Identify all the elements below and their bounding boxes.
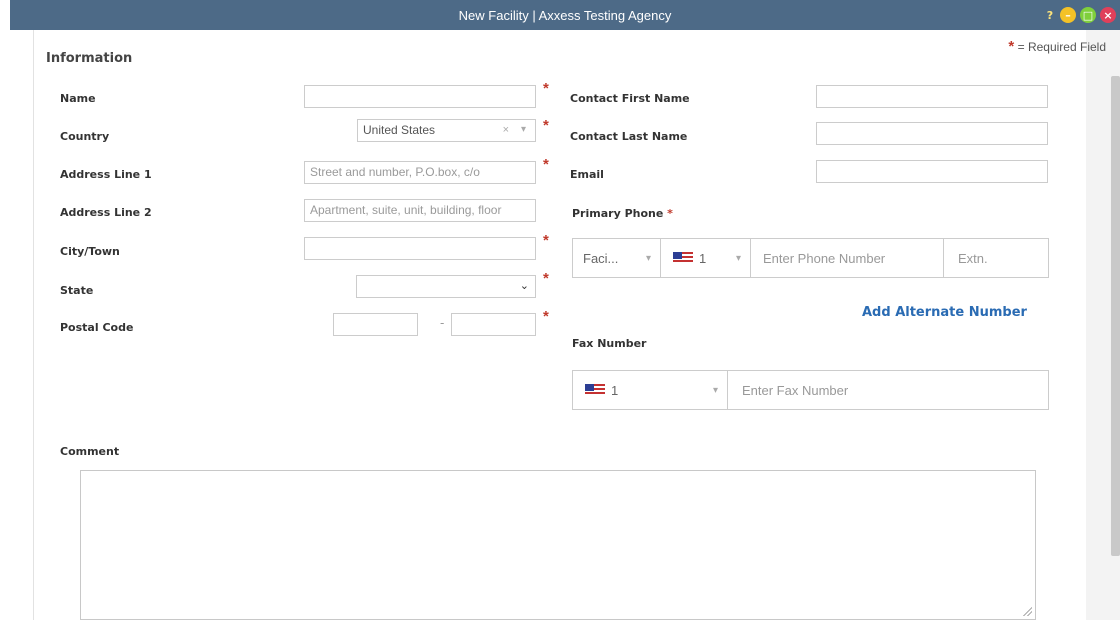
fax-country-code: 1	[611, 382, 619, 398]
postal-code-extension-input[interactable]	[451, 313, 536, 336]
primary-phone-label-text: Primary Phone	[572, 207, 664, 220]
fax-number-group: 1 ▾ Enter Fax Number	[572, 370, 1049, 410]
phone-country-code: 1	[699, 250, 707, 266]
window-titlebar: New Facility | Axxess Testing Agency ? –…	[10, 0, 1120, 30]
state-label: State	[60, 284, 94, 297]
address-line-2-label: Address Line 2	[60, 206, 152, 219]
postal-code-label: Postal Code	[60, 321, 134, 334]
phone-type-select[interactable]: Faci... ▾	[573, 239, 661, 277]
phone-country-code-select[interactable]: 1 ▾	[661, 239, 751, 277]
chevron-down-icon: ▾	[520, 124, 526, 135]
required-star-icon: *	[543, 117, 549, 134]
contact-last-name-label: Contact Last Name	[570, 130, 688, 143]
fax-country-code-select[interactable]: 1 ▾	[573, 371, 728, 409]
window-title: New Facility | Axxess Testing Agency	[458, 8, 672, 23]
contact-last-name-input[interactable]	[816, 122, 1048, 145]
phone-type-value: Faci...	[583, 250, 619, 266]
chevron-down-icon: ▾	[645, 252, 651, 264]
primary-phone-label: Primary Phone *	[572, 207, 673, 220]
required-star-icon: *	[667, 207, 673, 220]
primary-phone-group: Faci... ▾ 1 ▾ Enter Phone Number Extn.	[572, 238, 1049, 278]
email-input[interactable]	[816, 160, 1048, 183]
address-line-2-input[interactable]: Apartment, suite, unit, building, floor	[304, 199, 536, 222]
add-alternate-number-link[interactable]: Add Alternate Number	[862, 305, 1027, 320]
chevron-down-icon: ▾	[712, 384, 718, 396]
scrollbar-thumb[interactable]	[1111, 76, 1120, 556]
required-field-text: = Required Field	[1017, 40, 1106, 54]
state-select[interactable]: ⌄	[356, 275, 536, 298]
us-flag-icon	[585, 384, 605, 396]
section-title: Information	[46, 51, 133, 66]
required-star-icon: *	[543, 80, 549, 97]
address-line-1-label: Address Line 1	[60, 168, 152, 181]
country-label: Country	[60, 130, 110, 143]
minimize-icon[interactable]: –	[1060, 7, 1076, 23]
city-town-label: City/Town	[60, 245, 120, 258]
chevron-down-icon: ⌄	[519, 280, 529, 292]
comment-textarea[interactable]	[80, 470, 1036, 620]
comment-label: Comment	[60, 445, 120, 458]
required-star-icon: *	[543, 270, 549, 287]
city-town-input[interactable]	[304, 237, 536, 260]
contact-first-name-label: Contact First Name	[570, 92, 690, 105]
address-line-1-input[interactable]: Street and number, P.O.box, c/o	[304, 161, 536, 184]
fax-number-input[interactable]: Enter Fax Number	[728, 371, 1048, 409]
postal-code-separator: -	[440, 316, 445, 330]
us-flag-icon	[673, 252, 693, 264]
required-star-icon: *	[543, 308, 549, 325]
close-icon[interactable]: ×	[1100, 7, 1116, 23]
window-controls: ? – □ ×	[1044, 7, 1116, 23]
country-select[interactable]: United States × ▾	[357, 119, 536, 142]
chevron-down-icon: ▾	[735, 252, 741, 264]
resize-handle-icon[interactable]	[1022, 606, 1032, 616]
phone-extension-input[interactable]: Extn.	[944, 239, 1048, 277]
fax-number-label: Fax Number	[572, 337, 647, 350]
required-star-icon: *	[543, 232, 549, 249]
country-value: United States	[363, 123, 436, 137]
name-input[interactable]	[304, 85, 536, 108]
name-label: Name	[60, 92, 96, 105]
email-label: Email	[570, 168, 604, 181]
contact-first-name-input[interactable]	[816, 85, 1048, 108]
postal-code-input[interactable]	[333, 313, 418, 336]
clear-icon[interactable]: ×	[503, 124, 509, 136]
required-field-legend: * = Required Field	[1008, 38, 1106, 55]
required-star-icon: *	[1008, 38, 1015, 55]
maximize-icon[interactable]: □	[1080, 7, 1096, 23]
required-star-icon: *	[543, 156, 549, 173]
phone-number-input[interactable]: Enter Phone Number	[751, 239, 944, 277]
help-icon[interactable]: ?	[1044, 7, 1056, 23]
